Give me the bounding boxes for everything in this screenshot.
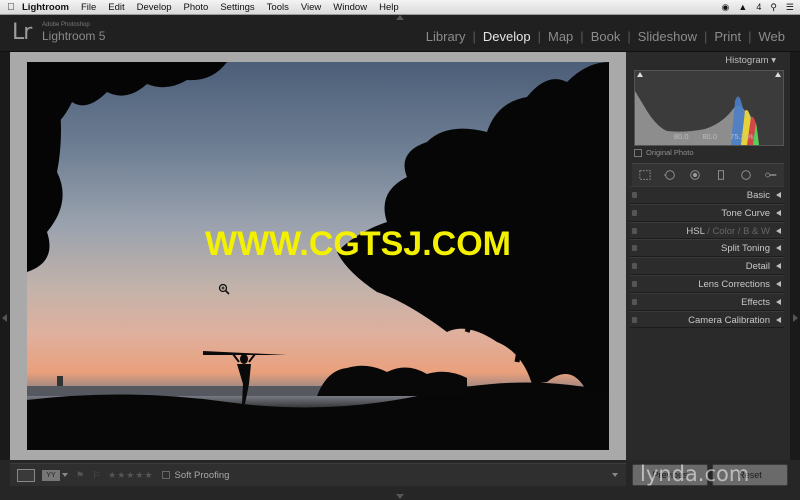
spot-removal-icon[interactable] xyxy=(663,169,676,181)
oil-rig xyxy=(57,376,63,386)
g-value: 80.0 xyxy=(702,132,718,141)
collapse-arrow-icon[interactable] xyxy=(776,263,781,270)
module-slideshow[interactable]: Slideshow xyxy=(631,29,704,44)
adobe-photoshop-label: Adobe Photoshop xyxy=(42,22,90,28)
adjustment-brush-icon[interactable] xyxy=(765,169,777,181)
collapse-arrow-icon[interactable] xyxy=(776,316,781,323)
left-panel-toggle-icon[interactable] xyxy=(2,314,7,322)
creative-cloud-icon[interactable]: ◉ xyxy=(722,2,730,13)
mac-menubar:  Lightroom File Edit Develop Photo Sett… xyxy=(0,0,800,15)
develop-tool-strip xyxy=(632,163,784,187)
module-book[interactable]: Book xyxy=(584,29,628,44)
lightroom-version-label: Lightroom 5 xyxy=(42,29,106,43)
collapse-arrow-icon[interactable] xyxy=(776,209,781,216)
distant-trees xyxy=(317,365,467,396)
percent-unit: % xyxy=(746,132,754,141)
original-photo-toggle[interactable]: Original Photo xyxy=(634,148,694,157)
panel-basic-label: Basic xyxy=(746,190,770,201)
menu-file[interactable]: File xyxy=(81,2,96,13)
identity-plate: Lr Adobe Photoshop Lightroom 5 Library | … xyxy=(0,15,800,52)
search-icon[interactable]: ⚲ xyxy=(770,2,777,13)
filmstrip-toggle-icon[interactable] xyxy=(396,494,404,499)
menu-settings[interactable]: Settings xyxy=(220,2,254,13)
toolbar-content-menu-icon[interactable] xyxy=(612,473,618,477)
b-value: 75.3 xyxy=(730,132,745,141)
graduated-filter-icon[interactable] xyxy=(715,169,727,181)
panel-basic[interactable]: Basic xyxy=(630,186,784,204)
menu-app-name[interactable]: Lightroom xyxy=(22,2,69,13)
collapse-arrow-icon[interactable] xyxy=(776,280,781,287)
develop-toolbar: YY ⚑ ⚐ ★★★★★ Soft Proofing xyxy=(10,463,626,486)
g-label: G xyxy=(694,132,701,141)
menu-view[interactable]: View xyxy=(301,2,321,13)
original-photo-checkbox[interactable] xyxy=(634,148,642,157)
menu-help[interactable]: Help xyxy=(379,2,399,13)
flag-reject-icon[interactable]: ⚐ xyxy=(92,470,100,481)
menu-tools[interactable]: Tools xyxy=(267,2,289,13)
menu-window[interactable]: Window xyxy=(333,2,367,13)
panel-effects-label: Effects xyxy=(741,296,770,308)
module-develop[interactable]: Develop xyxy=(476,29,538,44)
crop-overlay-icon[interactable] xyxy=(639,169,651,181)
panel-switch-icon[interactable] xyxy=(632,316,637,323)
menu-develop[interactable]: Develop xyxy=(137,2,172,13)
module-web[interactable]: Web xyxy=(752,29,793,44)
list-icon[interactable]: ☰ xyxy=(786,2,794,13)
panel-camera-calibration-label: Camera Calibration xyxy=(688,314,770,326)
menu-photo[interactable]: Photo xyxy=(184,2,209,13)
module-library[interactable]: Library xyxy=(419,29,473,44)
module-picker: Library | Develop | Map | Book | Slideshow | … xyxy=(419,29,792,44)
lightroom-logo: Lr xyxy=(12,20,32,45)
panel-lens-corrections[interactable]: Lens Corrections xyxy=(630,274,784,293)
red-eye-icon[interactable] xyxy=(689,169,701,181)
soft-proofing-label: Soft Proofing xyxy=(174,469,230,481)
original-photo-label: Original Photo xyxy=(646,148,694,157)
panel-tone-curve-label: Tone Curve xyxy=(721,207,770,219)
right-panel-toggle-icon[interactable] xyxy=(793,314,798,322)
panel-tone-curve[interactable]: Tone Curve xyxy=(630,203,784,222)
before-after-dropdown-icon[interactable] xyxy=(62,473,68,477)
menu-edit[interactable]: Edit xyxy=(108,2,124,13)
histogram-title-text: Histogram xyxy=(725,55,769,66)
panel-switch-icon[interactable] xyxy=(632,298,637,305)
flag-pick-icon[interactable]: ⚑ xyxy=(76,470,84,481)
status-number: 4 xyxy=(756,2,762,12)
b-label: B xyxy=(723,132,729,141)
loupe-view-icon[interactable] xyxy=(17,468,35,482)
surfer-head xyxy=(240,354,248,364)
panel-effects[interactable]: Effects xyxy=(630,292,784,311)
r-value: 80.0 xyxy=(673,132,689,141)
apple-menu-icon[interactable]:  xyxy=(0,2,22,13)
histogram-title[interactable]: Histogram ▾ xyxy=(725,55,776,66)
collapse-arrow-icon[interactable] xyxy=(776,192,781,198)
panel-switch-icon[interactable] xyxy=(632,209,637,216)
watermark-text: WWW.CGTSJ.COM xyxy=(205,225,511,263)
radial-filter-icon[interactable] xyxy=(740,169,752,181)
module-print[interactable]: Print xyxy=(707,29,748,44)
panel-switch-icon[interactable] xyxy=(632,280,637,287)
panel-camera-calibration[interactable]: Camera Calibration xyxy=(630,310,784,329)
zoom-cursor-icon xyxy=(218,283,230,295)
panel-switch-icon[interactable] xyxy=(632,263,637,270)
lynda-logo: lynda.com xyxy=(640,462,750,486)
top-panel-toggle-icon[interactable] xyxy=(396,15,404,20)
collapse-arrow-icon[interactable] xyxy=(776,298,781,305)
adobe-icon[interactable]: ▲ xyxy=(738,2,747,12)
before-after-button[interactable]: YY xyxy=(42,469,60,481)
panel-lens-corrections-label: Lens Corrections xyxy=(698,278,770,290)
module-map[interactable]: Map xyxy=(541,29,580,44)
soft-proofing-checkbox[interactable] xyxy=(161,471,170,479)
surfer-body xyxy=(237,364,251,404)
r-label: R xyxy=(666,132,672,141)
rgb-readout: R 80.0 G 80.0 B 75.3 % xyxy=(626,132,790,141)
panel-switch-icon[interactable] xyxy=(632,192,637,198)
star-rating[interactable]: ★★★★★ xyxy=(108,470,153,481)
